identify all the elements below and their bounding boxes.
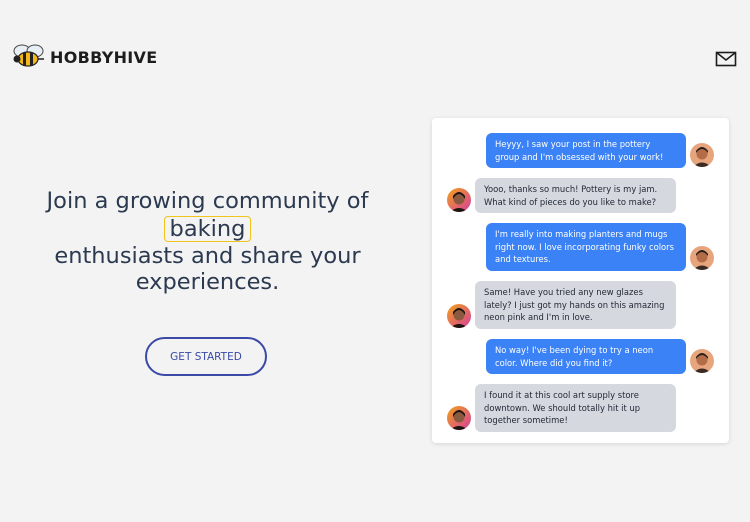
- avatar-sender: [690, 246, 714, 270]
- message-bubble-outgoing: No way! I've been dying to try a neon co…: [486, 339, 686, 374]
- hero-line-1: Join a growing community of: [46, 188, 369, 214]
- hero-line-2: enthusiasts and share your: [54, 242, 361, 269]
- message-bubble-outgoing: I'm really into making planters and mugs…: [486, 223, 686, 271]
- avatar-recipient: [447, 188, 471, 212]
- message-bubble-incoming: Yooo, thanks so much! Pottery is my jam.…: [475, 178, 676, 213]
- brand-name: HOBBYHIVE: [50, 47, 158, 67]
- header: HOBBYHIVE: [0, 0, 750, 110]
- envelope-icon[interactable]: [715, 50, 737, 68]
- avatar-recipient: [447, 304, 471, 328]
- logo[interactable]: HOBBYHIVE: [8, 42, 157, 72]
- chat-preview: Heyyy, I saw your post in the pottery gr…: [432, 118, 729, 443]
- hero-line-3: experiences.: [135, 269, 280, 295]
- bee-icon: [8, 42, 48, 72]
- avatar-sender: [690, 349, 714, 373]
- message-bubble-outgoing: Heyyy, I saw your post in the pottery gr…: [486, 133, 686, 168]
- message-bubble-incoming: Same! Have you tried any new glazes late…: [475, 281, 676, 329]
- get-started-button[interactable]: GET STARTED: [145, 337, 267, 376]
- hero-headline: Join a growing community of baking enthu…: [20, 188, 395, 296]
- hobby-highlight: baking: [163, 215, 252, 242]
- avatar-recipient: [447, 406, 471, 430]
- hero-section: Join a growing community of baking enthu…: [20, 188, 395, 296]
- avatar-sender: [690, 143, 714, 167]
- message-bubble-incoming: I found it at this cool art supply store…: [475, 384, 676, 432]
